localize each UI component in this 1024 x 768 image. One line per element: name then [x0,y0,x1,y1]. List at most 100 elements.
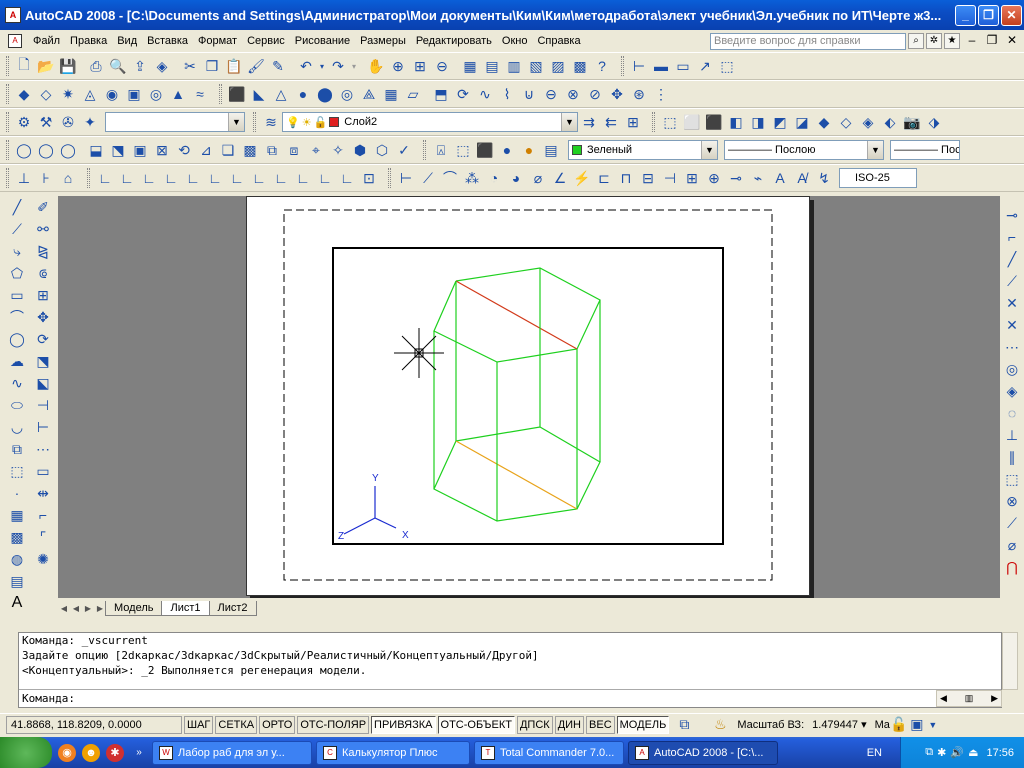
redo-icon[interactable]: ↷ [327,55,349,77]
ucs-zaxis-icon[interactable]: ∟ [248,167,270,189]
quicklaunch-tool-icon[interactable]: ✱ [106,743,124,762]
color-faces-icon[interactable]: ▩ [239,139,261,161]
3d-move-icon[interactable]: ✥ [606,83,628,105]
snap-endpoint-icon[interactable]: ╱ [1001,248,1023,270]
ucs-3point-icon[interactable]: ∟ [270,167,292,189]
break-icon[interactable]: ▭ [32,460,54,482]
menu-draw[interactable]: Рисование [290,35,355,47]
table-icon[interactable]: ▤ [6,570,28,592]
tab-prev-icon[interactable]: ◀ [70,602,82,616]
lineweight-dropdown[interactable]: ———— Пос. [890,140,960,160]
toolbar-grip[interactable] [6,140,9,160]
sweep-icon[interactable]: ∿ [474,83,496,105]
quick-dim-icon[interactable]: ⚡ [571,167,593,189]
sphere-icon[interactable]: ◉ [101,83,123,105]
ellipse-icon[interactable]: ⬭ [6,394,28,416]
copy-edges-icon[interactable]: ⧉ [261,139,283,161]
union-op-icon[interactable]: ◯ [13,139,35,161]
make-current-layer-icon[interactable]: ⇉ [578,111,600,133]
copy-icon[interactable]: ❐ [201,55,223,77]
ucs-world-icon[interactable]: ⊥ [13,167,35,189]
ne-iso-icon[interactable]: ◈ [857,111,879,133]
start-button[interactable] [0,737,52,768]
osnap-toggle[interactable]: ПРИВЯЗКА [371,715,436,734]
mirror-icon[interactable]: ⧎ [32,240,54,262]
redo-dropdown-icon[interactable]: ▾ [349,55,359,77]
ucs-face-icon[interactable]: ∟ [160,167,182,189]
move-icon[interactable]: ✥ [32,306,54,328]
quicklaunch-more-icon[interactable]: » [130,744,148,762]
snap-node-icon[interactable]: ⊗ [1001,490,1023,512]
quicklaunch-app-icon[interactable]: ☻ [82,743,100,762]
help-icon[interactable]: ? [591,55,613,77]
minimize-button[interactable]: _ [955,4,976,26]
block-editor-icon[interactable]: ✎ [267,55,289,77]
delete-faces-icon[interactable]: ⊠ [151,139,173,161]
3d-plane-icon[interactable]: ▱ [402,83,424,105]
polyline-icon[interactable]: ⤷ [6,240,28,262]
copy-object-icon[interactable]: ⚯ [32,218,54,240]
snap-center-icon[interactable]: ◎ [1001,358,1023,380]
doc-restore-button[interactable]: ❐ [984,33,1000,49]
arc-icon[interactable]: ⌒ [6,306,28,328]
break-at-point-icon[interactable]: ⋯ [32,438,54,460]
polygon-icon[interactable]: ⬠ [6,262,28,284]
color-dropdown[interactable]: Зеленый ▼ [568,140,718,160]
toolbar-grip[interactable] [253,112,256,132]
zoom-realtime-icon[interactable]: ⊕ [387,55,409,77]
realistic-icon[interactable]: ● [496,139,518,161]
point-icon[interactable]: · [6,482,28,504]
snap-from-icon[interactable]: ⌐ [1001,226,1023,248]
toolbar-grip[interactable] [87,168,90,188]
tab-next-icon[interactable]: ▶ [82,602,94,616]
toolbar-grip[interactable] [6,84,9,104]
front-view-icon[interactable]: ◩ [769,111,791,133]
2d-wireframe-icon[interactable]: ⍓ [430,139,452,161]
design-center-icon[interactable]: ▤ [481,55,503,77]
3d-wedge-icon[interactable]: ◣ [248,83,270,105]
dim-text-edit-icon[interactable]: A̸ [791,167,813,189]
tolerance-icon[interactable]: ⊞ [681,167,703,189]
undo-icon[interactable]: ↶ [295,55,317,77]
3d-hidden-icon[interactable]: ⬛ [474,139,496,161]
copy-faces-icon[interactable]: ❏ [217,139,239,161]
workspace-icon[interactable]: ⚙ [13,111,35,133]
layer-previous-icon[interactable]: ⇇ [600,111,622,133]
undo-dropdown-icon[interactable]: ▾ [317,55,327,77]
left-view-icon[interactable]: ◧ [725,111,747,133]
taper-faces-icon[interactable]: ⊿ [195,139,217,161]
maximize-viewport-icon[interactable]: ⧉ [675,714,693,736]
loft-icon[interactable]: ⌇ [496,83,518,105]
pan-icon[interactable]: ✋ [365,55,387,77]
dyn-toggle[interactable]: ДИН [554,715,585,734]
scale-value[interactable]: 1.479447 ▾ [812,718,866,731]
print-icon[interactable]: ⎙ [85,55,107,77]
doc-minimize-button[interactable]: – [964,33,980,49]
rectangle-icon[interactable]: ▭ [6,284,28,306]
linear-dim-icon[interactable]: ⊢ [395,167,417,189]
ucs-previous-icon[interactable]: ⊦ [35,167,57,189]
plot-preview-icon[interactable]: 🔍 [107,55,129,77]
revision-cloud-icon[interactable]: ☁ [6,350,28,372]
slice-icon[interactable]: ⊘ [584,83,606,105]
workspace-tool-icon[interactable]: ✦ [79,111,101,133]
center-mark-icon[interactable]: ⊕ [703,167,725,189]
rotate-faces-icon[interactable]: ⟲ [173,139,195,161]
toolbar-grip[interactable] [6,56,9,76]
cut-icon[interactable]: ✂ [179,55,201,77]
arc-length-icon[interactable]: ⌒ [439,167,461,189]
ucs-y-icon[interactable]: ∟ [314,167,336,189]
snap-extension-icon[interactable]: ⋯ [1001,336,1023,358]
torus-icon[interactable]: ◎ [145,83,167,105]
stretch-icon[interactable]: ⬕ [32,372,54,394]
command-input[interactable]: Команда: [19,689,1001,707]
ucs-previous-2-icon[interactable]: ∟ [138,167,160,189]
menu-modify[interactable]: Редактировать [411,35,497,47]
help-search-input[interactable]: Введите вопрос для справки [710,32,906,50]
trim-icon[interactable]: ⊣ [32,394,54,416]
ucs-x-icon[interactable]: ∟ [292,167,314,189]
ucs-icon[interactable]: ∟ [94,167,116,189]
3d-torus-icon[interactable]: ◎ [336,83,358,105]
toolbar-grip[interactable] [621,56,624,76]
toolbar-grip[interactable] [423,140,426,160]
